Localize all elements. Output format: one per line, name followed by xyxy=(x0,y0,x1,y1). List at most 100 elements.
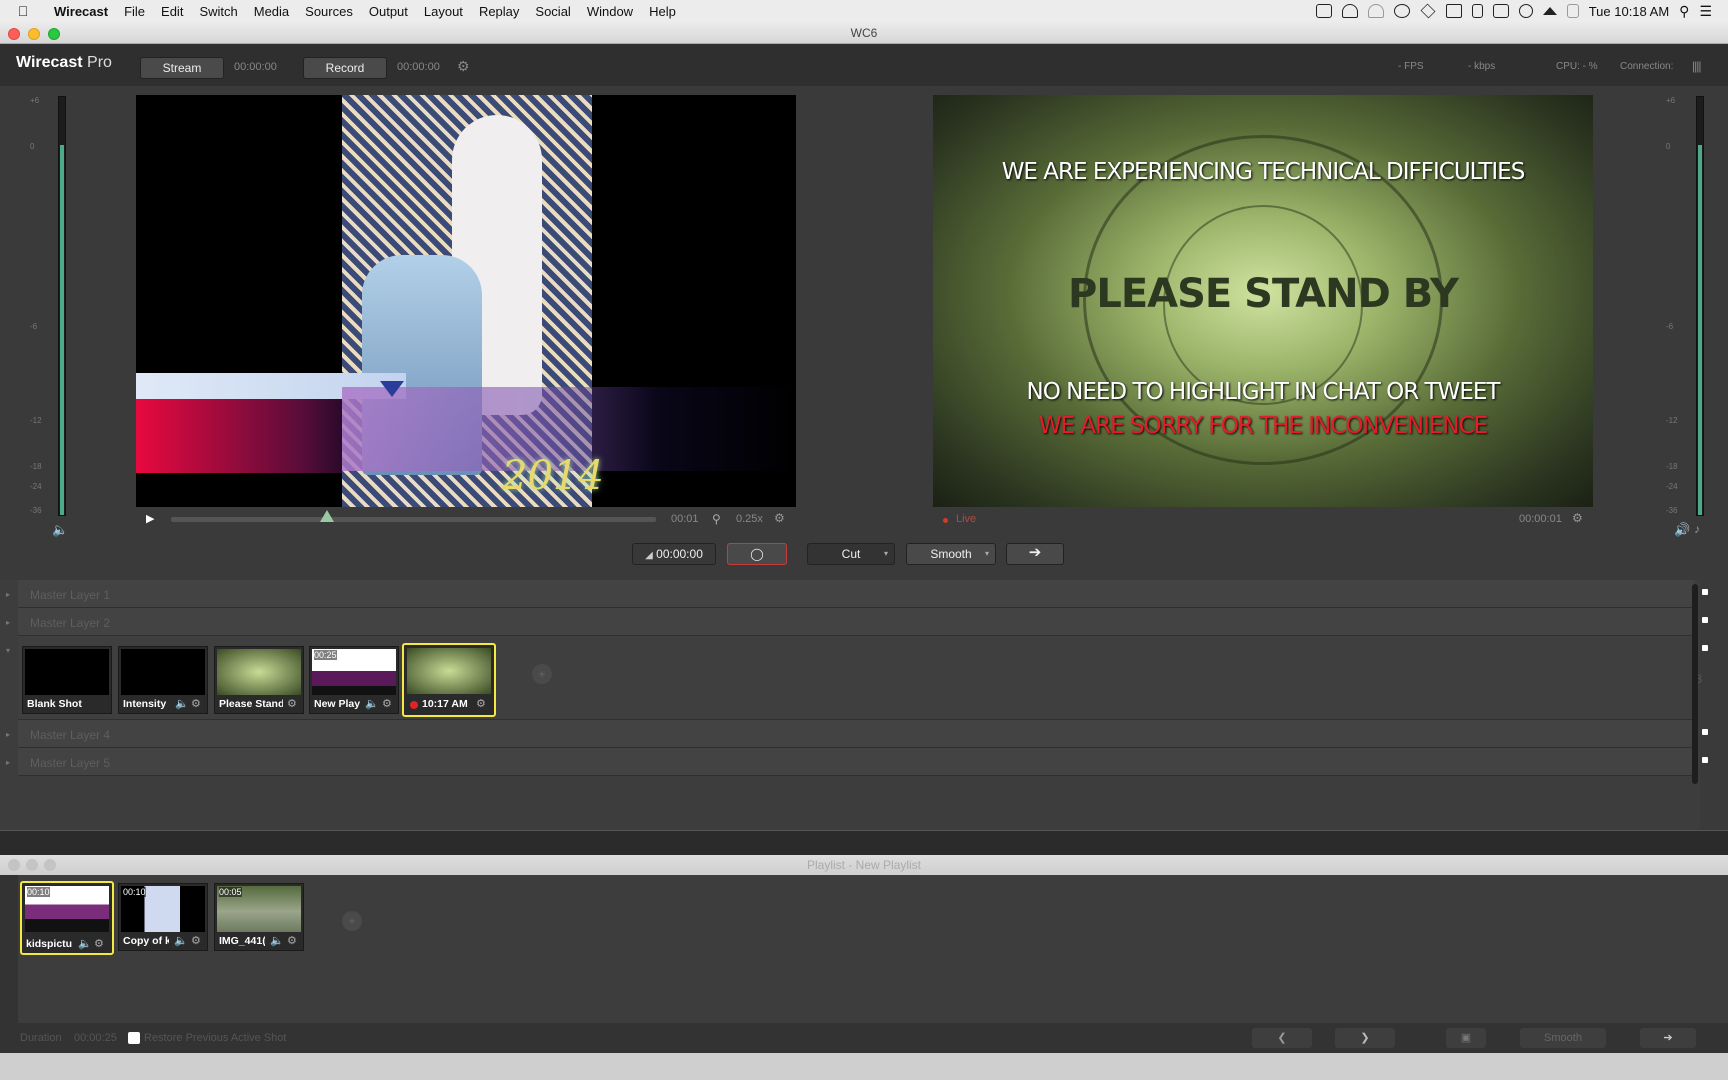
playlist-smooth-label: Smooth xyxy=(1544,1032,1582,1044)
preview-monitor[interactable]: 2014 xyxy=(136,95,796,507)
output-settings-gear-icon[interactable]: ⚙ xyxy=(457,58,470,75)
layers-scrollbar[interactable] xyxy=(1692,584,1698,784)
shot-audio-icon[interactable]: 🔈 xyxy=(365,697,379,710)
playlist-smooth-select[interactable]: Smooth xyxy=(1520,1028,1606,1048)
dropbox-icon[interactable] xyxy=(1445,4,1462,18)
layer-visibility-toggle[interactable] xyxy=(1702,617,1708,623)
master-layer-row[interactable]: ▸ Master Layer 5 xyxy=(6,748,1708,776)
live-settings-gear-icon[interactable]: ⚙ xyxy=(1572,511,1583,525)
menu-file[interactable]: File xyxy=(116,4,153,19)
live-volume-icon[interactable]: 🔊 xyxy=(1674,522,1690,538)
add-playlist-item-button[interactable]: + xyxy=(342,911,362,931)
playlist-prev-button[interactable]: ❮ xyxy=(1252,1028,1312,1048)
playlist-item-active[interactable]: 00:10 kidspictu 🔈 ⚙ xyxy=(20,881,114,955)
add-shot-button[interactable]: + xyxy=(532,664,552,684)
lock-icon[interactable] xyxy=(1471,4,1483,18)
menu-sources[interactable]: Sources xyxy=(297,4,361,19)
layer-collapse-icon[interactable]: ▾ xyxy=(6,646,10,655)
spotlight-search-icon[interactable]: ⚲ xyxy=(1679,3,1689,20)
layer-expand-icon[interactable]: ▸ xyxy=(6,758,10,767)
creative-cloud-icon[interactable] xyxy=(1393,4,1410,18)
shot-tile[interactable]: 00:25 New Playl 🔈 ⚙ xyxy=(309,646,399,714)
autolive-button[interactable]: ◯ xyxy=(727,543,787,565)
master-layer-row[interactable]: ▸ Master Layer 1 xyxy=(6,580,1708,608)
live-line2: NO NEED TO HIGHLIGHT IN CHAT OR TWEET xyxy=(1026,379,1501,405)
stream-button[interactable]: Stream xyxy=(140,57,224,79)
menu-layout[interactable]: Layout xyxy=(416,4,471,19)
menu-switch[interactable]: Switch xyxy=(191,4,245,19)
preview-settings-gear-icon[interactable]: ⚙ xyxy=(774,511,785,525)
headphones-monitor-icon[interactable]: ♪ xyxy=(1694,522,1700,536)
transition-cut-select[interactable]: Cut ▾ xyxy=(807,543,895,565)
shot-settings-gear-icon[interactable]: ⚙ xyxy=(476,697,486,710)
layer-visibility-toggle[interactable] xyxy=(1702,589,1708,595)
live-status-dot xyxy=(943,518,948,523)
layer-expand-icon[interactable]: ▸ xyxy=(6,730,10,739)
layer-expand-icon[interactable]: ▸ xyxy=(6,618,10,627)
restore-previous-checkbox[interactable] xyxy=(128,1032,140,1044)
shot-tile[interactable]: Intensity 🔈 ⚙ xyxy=(118,646,208,714)
layer-visibility-toggle[interactable] xyxy=(1702,729,1708,735)
layer-visibility-toggle[interactable] xyxy=(1702,645,1708,651)
panel-splitter[interactable] xyxy=(0,830,1728,855)
preview-play-button[interactable]: ▶ xyxy=(146,512,154,525)
eject-icon[interactable] xyxy=(1542,7,1557,15)
crosshair-icon[interactable] xyxy=(1518,4,1533,18)
master-layer-row[interactable]: ▸ Master Layer 4 xyxy=(6,720,1708,748)
preview-scrub-bar[interactable] xyxy=(171,517,656,522)
menu-social[interactable]: Social xyxy=(527,4,578,19)
playlist-go-button[interactable]: ➔ xyxy=(1640,1028,1696,1048)
apple-icon[interactable]:  xyxy=(0,3,46,19)
shot-badge: 00:25 xyxy=(314,650,337,660)
notification-center-icon[interactable]: ☰ xyxy=(1699,3,1712,20)
menu-app-name[interactable]: Wirecast xyxy=(46,4,116,19)
menu-output[interactable]: Output xyxy=(361,4,416,19)
scale-label: -24 xyxy=(30,482,42,491)
shot-tile-live[interactable]: 10:17 AM ⚙ xyxy=(402,643,496,717)
menubar-clock[interactable]: Tue 10:18 AM xyxy=(1589,4,1669,19)
airplay-icon[interactable] xyxy=(1492,4,1509,18)
shot-settings-gear-icon[interactable]: ⚙ xyxy=(382,697,392,710)
transition-smooth-select[interactable]: Smooth ▾ xyxy=(906,543,996,565)
playlist-audio-icon[interactable]: 🔈 xyxy=(78,937,92,950)
shot-audio-icon[interactable]: 🔈 xyxy=(175,697,189,710)
shot-tile[interactable]: Please Stand I ⚙ xyxy=(214,646,304,714)
menu-help[interactable]: Help xyxy=(641,4,684,19)
playlist-layout-icon[interactable]: ▣ xyxy=(1446,1028,1486,1048)
playlist-audio-icon[interactable]: 🔈 xyxy=(270,934,284,947)
playlist-minimize-button[interactable] xyxy=(26,859,38,871)
playlist-settings-gear-icon[interactable]: ⚙ xyxy=(191,934,201,947)
camera-icon[interactable] xyxy=(1315,4,1332,18)
volume-icon[interactable] xyxy=(1566,4,1579,18)
menu-media[interactable]: Media xyxy=(246,4,297,19)
menu-window[interactable]: Window xyxy=(579,4,641,19)
playlist-close-button[interactable] xyxy=(8,859,20,871)
headphones-icon[interactable] xyxy=(1341,4,1358,18)
duration-label: Duration xyxy=(20,1032,62,1044)
preview-volume-icon[interactable]: 🔈 xyxy=(52,522,68,538)
transition-timecode[interactable]: ◢ 00:00:00 xyxy=(632,543,716,565)
bell-icon[interactable] xyxy=(1367,4,1384,18)
drive-icon[interactable] xyxy=(1420,3,1436,19)
master-layer-row[interactable]: ▸ Master Layer 2 xyxy=(6,608,1708,636)
playlist-settings-gear-icon[interactable]: ⚙ xyxy=(94,937,104,950)
preview-zoom-value[interactable]: 0.25x xyxy=(736,513,763,525)
live-monitor[interactable]: WE ARE EXPERIENCING TECHNICAL DIFFICULTI… xyxy=(933,95,1593,507)
playlist-item[interactable]: 00:05 IMG_441( 🔈 ⚙ xyxy=(214,883,304,951)
preview-scrub-handle[interactable] xyxy=(320,510,334,522)
menu-replay[interactable]: Replay xyxy=(471,4,527,19)
record-button[interactable]: Record xyxy=(303,57,387,79)
shot-settings-gear-icon[interactable]: ⚙ xyxy=(191,697,201,710)
menu-edit[interactable]: Edit xyxy=(153,4,191,19)
layer-expand-icon[interactable]: ▸ xyxy=(6,590,10,599)
zoom-icon[interactable]: ⚲ xyxy=(712,512,721,526)
playlist-audio-icon[interactable]: 🔈 xyxy=(174,934,188,947)
playlist-next-button[interactable]: ❯ xyxy=(1335,1028,1395,1048)
playlist-item[interactable]: 00:10 Copy of k 🔈 ⚙ xyxy=(118,883,208,951)
shot-settings-gear-icon[interactable]: ⚙ xyxy=(287,697,297,710)
go-button[interactable]: ➔ xyxy=(1006,543,1064,565)
playlist-zoom-button[interactable] xyxy=(44,859,56,871)
shot-tile[interactable]: Blank Shot xyxy=(22,646,112,714)
layer-visibility-toggle[interactable] xyxy=(1702,757,1708,763)
playlist-settings-gear-icon[interactable]: ⚙ xyxy=(287,934,297,947)
